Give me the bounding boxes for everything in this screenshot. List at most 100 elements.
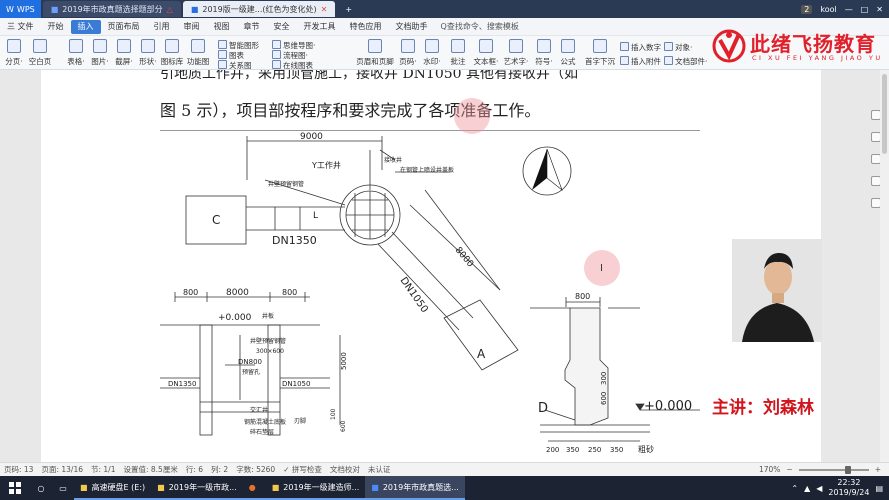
start-button[interactable] [0,476,30,500]
brand-logo: 此绪飞扬教育 CI XU FEI YANG JIAO YU [708,24,880,70]
menu-review[interactable]: 审阅 [177,21,207,32]
object-button[interactable]: 对象· [664,42,692,53]
textbox-icon [479,39,493,53]
header-footer-button[interactable]: 页眉和页脚 [356,39,394,67]
word-art-button[interactable]: 艺术字· [502,39,530,67]
brand-emblem-icon [712,29,746,63]
wps-logo[interactable]: W WPS [0,0,41,18]
command-search[interactable]: Q查找命令、搜索模板 [441,21,519,32]
shape-button[interactable]: 形状· [136,39,160,67]
doc-icon: ■ [50,4,59,14]
dim-8000-diag: 8000 [453,246,476,270]
taskbar-app-browser[interactable]: ● [242,476,266,500]
page-number-button[interactable]: 页码· [396,39,420,67]
menu-insert[interactable]: 插入 [70,19,101,34]
status-unverified[interactable]: 未认证 [364,464,395,475]
icon-library-button[interactable]: 图标库 [160,39,184,67]
taskbar-app-wps-1[interactable]: ■ 2019年一级市政... [151,476,243,500]
dim-250: 250 [588,446,601,454]
taskbar-app-wps-3[interactable]: ■ 2019年市政真题选... [365,476,465,500]
smart-art-icon [218,40,227,49]
icon-library-icon [165,39,179,53]
screenshot-button[interactable]: 截屏· [112,39,136,67]
status-pages: 页面: 13/16 [41,465,83,474]
picture-button[interactable]: 图片· [88,39,112,67]
menu-references[interactable]: 引用 [147,21,177,32]
menu-home[interactable]: 开始 [41,21,71,32]
zoom-slider[interactable] [798,465,869,474]
function-chart-icon [191,39,205,53]
header-footer-icon [368,39,382,53]
menu-page-layout[interactable]: 页面布局 [101,21,147,32]
page-break-button[interactable]: 分页· [2,39,26,67]
maximize-button[interactable]: □ [861,5,869,14]
label-jingbi-yuliu: 井壁预留钢管 [268,180,304,188]
zoom-level[interactable]: 170% [759,465,780,474]
status-proofread[interactable]: 文档校对 [326,464,364,475]
close-button[interactable]: ✕ [876,5,883,14]
dim-300-detail: 300 [600,372,608,385]
insert-number-button[interactable]: 插入数字 [620,42,661,53]
label-l: L [313,211,318,221]
textbox-button[interactable]: 文本框· [472,39,500,67]
menu-dev-tools[interactable]: 开发工具 [297,21,343,32]
north-arrow-icon [522,146,572,196]
status-word-count[interactable]: 字数: 5260 [232,464,279,475]
table-button[interactable]: 表格· [64,39,88,67]
zoom-controls: 170% − + [759,465,889,474]
zoom-in-button[interactable]: + [875,465,881,474]
zoom-slider-knob[interactable] [844,465,851,474]
label-300x600: 300×600 [256,348,284,355]
taskbar-app-explorer[interactable]: ■ 高速硬盘E (E:) [74,476,152,500]
status-col: 列: 2 [211,465,229,474]
label-jiaohui-jing: 交汇井 [250,406,268,414]
close-tab-icon[interactable]: △ [167,5,173,14]
mind-map-icon [272,40,281,49]
minimize-button[interactable]: — [845,5,853,14]
label-jieshou-jing: 接收井 [384,156,402,164]
menu-file[interactable]: 三 文件 [0,21,41,32]
formula-button[interactable]: 公式 [556,39,580,67]
zoom-out-button[interactable]: − [786,465,792,474]
watermark-button[interactable]: 水印· [420,39,444,67]
menu-section[interactable]: 章节 [237,21,267,32]
clock-date: 2019/9/24 [828,488,870,497]
clock[interactable]: 22:32 2019/9/24 [828,478,869,498]
comment-button[interactable]: 批注 [446,39,470,67]
user-name[interactable]: kool [820,5,836,14]
task-view-icon[interactable]: ▭ [52,476,74,500]
menu-doc-helper[interactable]: 文档助手 [389,21,435,32]
dim-800-right: 800 [282,288,297,297]
doc-tab-1[interactable]: ■ 2019年市政真题选择题部分 △ [42,1,181,17]
doc-parts-button[interactable]: 文档部件· [664,56,707,67]
close-tab-icon[interactable]: ✕ [321,5,328,14]
new-tab-button[interactable]: + [337,1,360,17]
wps-icon: W [6,4,14,14]
menu-security[interactable]: 安全 [267,21,297,32]
dim-800-detail: 800 [575,292,590,301]
brand-name: 此绪飞扬教育 [750,32,876,56]
doc-icon: ■ [190,4,199,14]
drop-cap-button[interactable]: 首字下沉 [584,39,616,67]
notification-center-icon[interactable]: ▤ [875,484,883,493]
volume-icon[interactable]: ◀ [816,484,822,493]
search-icon[interactable]: ○ [30,476,52,500]
vertical-scrollbar[interactable] [880,70,889,462]
status-spell-check[interactable]: ✓ 拼写检查 [279,464,326,475]
menu-features[interactable]: 特色应用 [343,21,389,32]
label-dibanjiaotu: 钢筋混凝土底板 [244,418,286,426]
symbol-button[interactable]: 符号· [532,39,556,67]
insert-attachment-button[interactable]: 插入附件 [620,56,661,67]
attachment-icon [620,56,629,65]
picture-icon [93,39,107,53]
tray-chevron-icon[interactable]: ⌃ [791,484,798,493]
dim-800-left: 800 [183,288,198,297]
notification-badge[interactable]: 2 [801,4,813,14]
doc-tab-2[interactable]: ■ 2019版一级建...(红色为变化处) ✕ [182,1,336,17]
taskbar-app-wps-2[interactable]: ■ 2019年一级建造师... [265,476,366,500]
network-icon[interactable]: ▲ [804,484,810,493]
menu-view[interactable]: 视图 [207,21,237,32]
folder-icon: ■ [80,482,88,492]
blank-page-icon [33,39,47,53]
scrollbar-thumb[interactable] [882,74,887,154]
